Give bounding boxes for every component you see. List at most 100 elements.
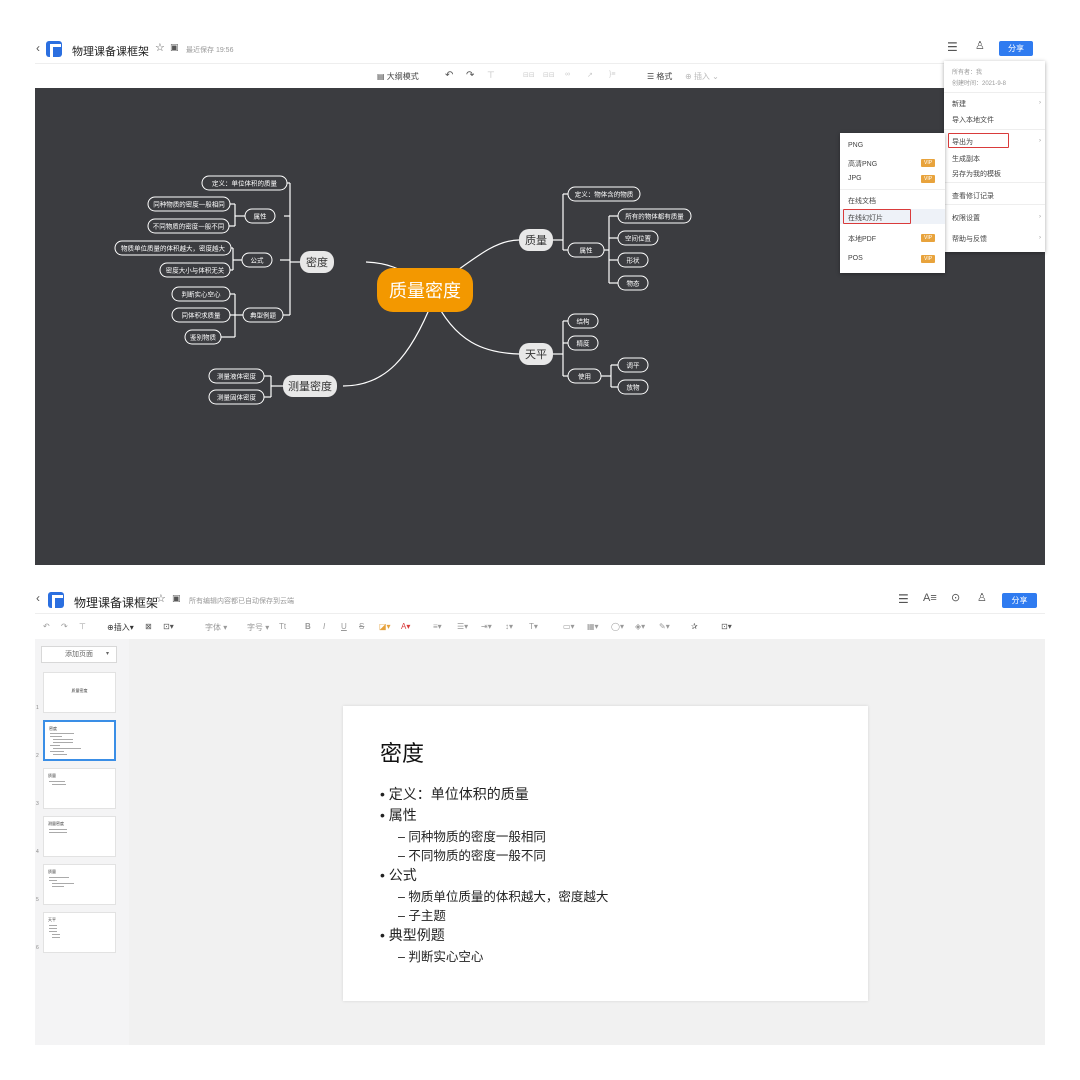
- menu-save-template[interactable]: 另存为我的模板: [952, 169, 1001, 179]
- layout-icon[interactable]: ⊠: [145, 622, 152, 631]
- slide-bullet[interactable]: • 属性: [380, 805, 417, 825]
- folder-icon[interactable]: ▣: [172, 594, 181, 603]
- format-painter-icon[interactable]: ⊤: [487, 70, 495, 81]
- present-icon[interactable]: ⊙: [951, 593, 960, 604]
- chevron-down-icon[interactable]: ▾: [106, 647, 109, 662]
- node-density-property-label: 属性: [254, 212, 268, 221]
- line-spacing-icon[interactable]: ↕▾: [505, 622, 513, 631]
- thumbnail-6[interactable]: 天平: [43, 912, 116, 953]
- thumb-line: [49, 925, 57, 926]
- export-local-pdf[interactable]: 本地PDF: [848, 234, 876, 244]
- doc-title[interactable]: 物理课备课框架: [74, 594, 158, 611]
- align-icon[interactable]: ≡▾: [433, 622, 442, 631]
- thumb-number: 4: [36, 849, 39, 855]
- menu-permissions[interactable]: 权限设置: [952, 213, 980, 223]
- italic-button[interactable]: I: [323, 622, 325, 631]
- export-pos[interactable]: POS: [848, 255, 863, 262]
- menu-make-copy[interactable]: 生成副本: [952, 154, 980, 164]
- insert-child-icon[interactable]: ⊟⊟: [523, 71, 535, 79]
- back-icon[interactable]: ‹: [36, 591, 40, 605]
- text-size-icon[interactable]: A≡: [923, 593, 937, 604]
- thumb-title: 天平: [48, 917, 56, 922]
- menu-divider: [944, 129, 1045, 130]
- format-button[interactable]: ☰ 格式: [647, 71, 672, 82]
- menu-help[interactable]: 帮助与反馈: [952, 234, 987, 244]
- thumbnail-4[interactable]: 测量密度: [43, 816, 116, 857]
- export-png[interactable]: PNG: [848, 142, 863, 149]
- font-select[interactable]: 字体 ▾: [205, 622, 227, 633]
- summary-icon[interactable]: }≡: [609, 71, 615, 78]
- font-color-icon[interactable]: A▾: [401, 622, 410, 631]
- underline-button[interactable]: U: [341, 622, 347, 631]
- relation-icon[interactable]: ↗: [587, 71, 593, 79]
- folder-icon[interactable]: ▣: [170, 43, 179, 52]
- redo-icon[interactable]: ↷: [466, 70, 474, 81]
- background-icon[interactable]: ⊡▾: [163, 622, 174, 631]
- insert-button[interactable]: ⊕插入▾: [107, 622, 134, 633]
- share-button[interactable]: 分享: [1002, 593, 1037, 608]
- thumb-line: [49, 829, 67, 830]
- add-user-icon[interactable]: ♙: [975, 41, 985, 52]
- export-png-hd[interactable]: 高清PNG: [848, 159, 877, 169]
- share-button[interactable]: 分享: [999, 41, 1033, 56]
- strike-button[interactable]: S: [359, 622, 364, 631]
- current-slide[interactable]: 密度 • 定义：单位体积的质量 • 属性 – 同种物质的密度一般相同 – 不同物…: [343, 706, 868, 1001]
- format-painter-icon[interactable]: ⊤: [79, 622, 86, 631]
- table-icon[interactable]: ▦▾: [587, 622, 599, 631]
- slide-sub-bullet[interactable]: – 物质单位质量的体积越大，密度越大: [398, 886, 608, 905]
- list-icon[interactable]: ☰▾: [457, 622, 468, 631]
- link-icon[interactable]: ∞: [565, 71, 570, 78]
- export-online-doc[interactable]: 在线文档: [848, 196, 876, 206]
- export-jpg[interactable]: JPG: [848, 175, 862, 182]
- fill-icon[interactable]: ◈▾: [635, 622, 645, 631]
- root-node[interactable]: 质量密度: [377, 268, 473, 312]
- shape-icon[interactable]: ◯▾: [611, 622, 624, 631]
- insert-button[interactable]: ⊕ 插入 ⌄: [685, 71, 719, 82]
- slide-sub-bullet[interactable]: – 判断实心空心: [398, 946, 483, 965]
- slide-bullet[interactable]: • 典型例题: [380, 925, 445, 945]
- node-mass-property-1-label: 所有的物体都有质量: [625, 212, 684, 221]
- slide-sub-bullet[interactable]: – 子主题: [398, 905, 446, 924]
- redo-icon[interactable]: ↷: [61, 622, 68, 631]
- add-page-button[interactable]: 添加页面 ▾: [41, 646, 117, 663]
- add-user-icon[interactable]: ♙: [977, 593, 987, 604]
- more-icon[interactable]: ⊡▾: [721, 622, 732, 631]
- undo-icon[interactable]: ↶: [445, 70, 453, 81]
- slide-sub-bullet[interactable]: – 同种物质的密度一般相同: [398, 826, 546, 845]
- thumbnail-2[interactable]: 密度: [43, 720, 116, 761]
- menu-import[interactable]: 导入本地文件: [952, 115, 994, 125]
- doc-title[interactable]: 物理课备课框架: [72, 43, 149, 59]
- slide-bullet[interactable]: • 定义：单位体积的质量: [380, 784, 529, 804]
- highlight-icon[interactable]: ◪▾: [379, 622, 391, 631]
- menu-icon[interactable]: ☰: [898, 593, 909, 605]
- slide-sub-bullet[interactable]: – 不同物质的密度一般不同: [398, 845, 546, 864]
- star-icon[interactable]: ☆: [156, 594, 166, 605]
- line-color-icon[interactable]: ✎▾: [659, 622, 670, 631]
- slides-window: ‹ 物理课备课框架 ☆ ▣ 所有编辑内容都已自动保存到云端 ☰ A≡ ⊙ ♙ 分…: [35, 585, 1045, 1045]
- menu-new[interactable]: 新建: [952, 99, 966, 109]
- mindmap-toolbar: ▤ 大纲模式 ↶ ↷ ⊤ ⊟⊟ ⊟⊟ ∞ ↗ }≡ ☰ 格式 ⊕ 插入 ⌄: [35, 63, 1045, 88]
- node-density-example-2-label: 同体积求质量: [182, 311, 222, 320]
- border-icon[interactable]: ▭▾: [563, 622, 575, 631]
- bold-button[interactable]: B: [305, 622, 311, 631]
- branch-mass-label: 质量: [525, 234, 547, 247]
- animation-icon[interactable]: ✰: [691, 622, 698, 631]
- insert-sibling-icon[interactable]: ⊟⊟: [543, 71, 555, 79]
- menu-history[interactable]: 查看修订记录: [952, 191, 994, 201]
- outline-mode-button[interactable]: ▤ 大纲模式: [377, 71, 419, 82]
- thumbnail-3[interactable]: 质量: [43, 768, 116, 809]
- slide-editor[interactable]: 密度 • 定义：单位体积的质量 • 属性 – 同种物质的密度一般相同 – 不同物…: [129, 639, 1045, 1045]
- back-icon[interactable]: ‹: [36, 41, 40, 55]
- slide-title[interactable]: 密度: [380, 736, 424, 768]
- thumbnail-1[interactable]: 质量密度: [43, 672, 116, 713]
- text-direction-icon[interactable]: T▾: [529, 622, 538, 631]
- star-icon[interactable]: ☆: [155, 43, 165, 54]
- indent-icon[interactable]: ⇥▾: [481, 622, 492, 631]
- thumbnail-5[interactable]: 质量: [43, 864, 116, 905]
- thumb-line: [49, 877, 69, 878]
- undo-icon[interactable]: ↶: [43, 622, 50, 631]
- font-size-select[interactable]: 字号 ▾: [247, 622, 269, 633]
- font-case-button[interactable]: Tt: [279, 622, 286, 631]
- menu-icon[interactable]: ☰: [947, 41, 958, 53]
- slide-bullet[interactable]: • 公式: [380, 865, 417, 885]
